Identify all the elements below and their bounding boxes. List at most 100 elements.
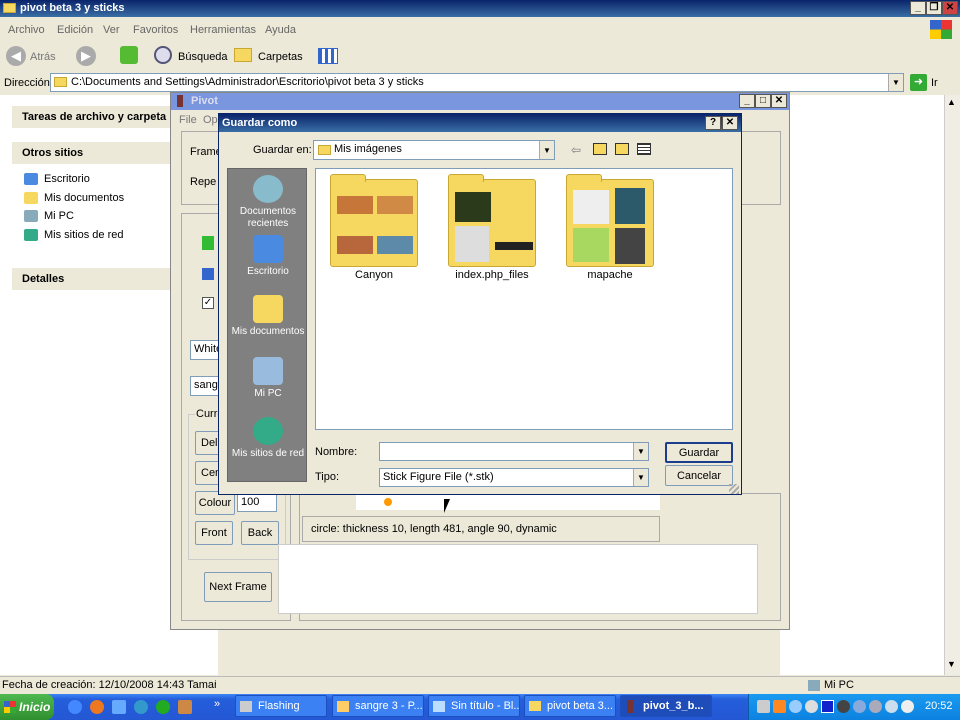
place-my-documents[interactable]: Mis documentos: [228, 295, 308, 338]
colour-value-field[interactable]: 100: [237, 493, 277, 512]
task-notepad[interactable]: Sin título - Bl...: [428, 695, 520, 717]
address-dropdown-icon[interactable]: ▼: [888, 74, 903, 91]
tray-icon[interactable]: [789, 700, 802, 713]
link-mis-documentos[interactable]: Mis documentos: [44, 192, 124, 204]
tray-icon[interactable]: [853, 700, 866, 713]
save-in-dropdown-icon[interactable]: ▼: [539, 141, 554, 159]
menu-herramientas[interactable]: Herramientas: [190, 24, 256, 36]
place-desktop[interactable]: Escritorio: [228, 235, 308, 278]
search-button-label[interactable]: Búsqueda: [178, 51, 228, 63]
menu-ayuda[interactable]: Ayuda: [265, 24, 296, 36]
onion-skin-checkbox[interactable]: ✓: [202, 297, 214, 309]
up-folder-icon[interactable]: [120, 46, 138, 64]
dialog-close-button[interactable]: ✕: [722, 116, 738, 130]
explorer-title-bar[interactable]: pivot beta 3 y sticks: [0, 0, 960, 17]
task-flashing[interactable]: Flashing: [235, 695, 327, 717]
save-in-select[interactable]: Mis imágenes ▼: [313, 140, 555, 160]
scroll-up-icon[interactable]: ▲: [947, 97, 956, 107]
tray-icon[interactable]: [773, 700, 786, 713]
task-pivot-app[interactable]: pivot_3_b...: [620, 695, 712, 717]
forward-arrow-icon[interactable]: ▶: [76, 46, 96, 66]
folder-mapache-label[interactable]: mapache: [555, 269, 665, 281]
firefox-icon[interactable]: [90, 700, 104, 714]
media-player-icon[interactable]: [134, 700, 148, 714]
ie-icon[interactable]: [68, 700, 82, 714]
details-header[interactable]: Detalles: [12, 268, 170, 290]
place-network[interactable]: Mis sitios de red: [228, 417, 308, 460]
vertical-scrollbar[interactable]: ▲ ▼: [944, 95, 960, 675]
task-pivot-folder[interactable]: pivot beta 3...: [524, 695, 616, 717]
menu-edicion[interactable]: Edición: [57, 24, 93, 36]
folder-mapache[interactable]: [566, 174, 654, 267]
folder-index-php-files[interactable]: [448, 174, 536, 267]
pivot-maximize-button[interactable]: □: [755, 94, 771, 108]
close-button[interactable]: ✕: [942, 1, 958, 15]
view-menu-icon[interactable]: [637, 143, 651, 155]
tray-icon[interactable]: [757, 700, 770, 713]
task-sangre[interactable]: sangre 3 - P...: [332, 695, 424, 717]
back-arrow-icon[interactable]: ◀: [6, 46, 26, 66]
pivot-title-bar[interactable]: Pivot: [171, 93, 789, 110]
folders-icon[interactable]: [234, 48, 252, 62]
joint-handle[interactable]: [384, 498, 392, 506]
tray-icon[interactable]: [885, 700, 898, 713]
up-one-level-icon[interactable]: [593, 143, 607, 155]
scroll-down-icon[interactable]: ▼: [947, 659, 956, 669]
file-name-input[interactable]: ▼: [379, 442, 649, 461]
help-button[interactable]: ?: [705, 116, 721, 130]
file-name-dropdown-icon[interactable]: ▼: [633, 443, 648, 460]
folder-canyon[interactable]: [330, 174, 418, 267]
pivot-menu-file[interactable]: File: [179, 114, 197, 126]
quicklaunch-expand-icon[interactable]: »: [214, 698, 220, 710]
play-icon[interactable]: [202, 236, 214, 250]
place-my-computer[interactable]: Mi PC: [228, 357, 308, 400]
folder-index-php-files-label[interactable]: index.php_files: [437, 269, 547, 281]
start-button[interactable]: Inicio: [0, 694, 54, 720]
tasks-panel-header[interactable]: Tareas de archivo y carpeta: [12, 106, 172, 128]
back-button[interactable]: Back: [241, 521, 279, 545]
clock[interactable]: 20:52: [925, 700, 953, 712]
file-list[interactable]: Canyon index.php_files mapache: [315, 168, 733, 430]
cancel-button[interactable]: Cancelar: [665, 465, 733, 486]
messenger-icon[interactable]: [156, 700, 170, 714]
quicklaunch-icon[interactable]: [178, 700, 192, 714]
new-folder-icon[interactable]: [615, 143, 629, 155]
tray-icon[interactable]: [821, 700, 834, 713]
link-mis-sitios-de-red[interactable]: Mis sitios de red: [44, 229, 123, 241]
minimize-button[interactable]: _: [910, 1, 926, 15]
back-icon[interactable]: ⇦: [571, 143, 581, 157]
menu-favoritos[interactable]: Favoritos: [133, 24, 178, 36]
menu-archivo[interactable]: Archivo: [8, 24, 45, 36]
save-button[interactable]: Guardar: [665, 442, 733, 463]
views-icon[interactable]: [318, 48, 338, 64]
stop-icon[interactable]: [202, 268, 214, 280]
place-recent[interactable]: Documentos recientes: [228, 175, 308, 230]
link-escritorio[interactable]: Escritorio: [44, 173, 90, 185]
resize-grip-icon[interactable]: [729, 484, 739, 494]
tray-icon[interactable]: [869, 700, 882, 713]
other-places-header[interactable]: Otros sitios: [12, 142, 170, 164]
go-arrow-icon[interactable]: ➜: [910, 74, 927, 91]
address-input[interactable]: C:\Documents and Settings\Administrador\…: [50, 73, 904, 92]
file-type-dropdown-icon[interactable]: ▼: [633, 469, 648, 486]
stick-canvas[interactable]: [356, 494, 660, 510]
menu-ver[interactable]: Ver: [103, 24, 120, 36]
pivot-close-button[interactable]: ✕: [771, 94, 787, 108]
pivot-minimize-button[interactable]: _: [739, 94, 755, 108]
dialog-title-bar[interactable]: Guardar como: [219, 114, 741, 132]
back-button-label[interactable]: Atrás: [30, 51, 56, 63]
show-desktop-icon[interactable]: [112, 700, 126, 714]
tray-icon[interactable]: [805, 700, 818, 713]
next-frame-button[interactable]: Next Frame: [204, 572, 272, 602]
tray-icon[interactable]: [901, 700, 914, 713]
restore-button[interactable]: ❐: [926, 1, 942, 15]
search-icon[interactable]: [154, 46, 172, 64]
pivot-menu-options[interactable]: Op: [203, 114, 218, 126]
folder-canyon-label[interactable]: Canyon: [319, 269, 429, 281]
front-button[interactable]: Front: [195, 521, 233, 545]
tray-icon[interactable]: [837, 700, 850, 713]
link-mi-pc[interactable]: Mi PC: [44, 210, 74, 222]
folders-button-label[interactable]: Carpetas: [258, 51, 303, 63]
file-type-select[interactable]: Stick Figure File (*.stk) ▼: [379, 468, 649, 487]
go-button-label[interactable]: Ir: [931, 77, 938, 89]
